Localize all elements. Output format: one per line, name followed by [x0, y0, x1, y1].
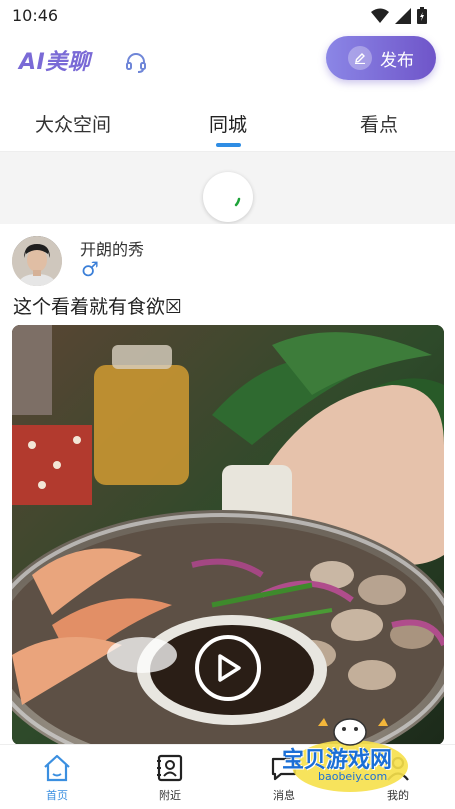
watermark-url: baobeiy.com — [318, 770, 388, 783]
tab-same-city[interactable]: 同城 — [209, 110, 247, 137]
app-logo: AI美聊 — [19, 50, 91, 75]
nav-home[interactable]: 首页 — [27, 753, 87, 805]
nav-nearby-label: 附近 — [159, 789, 181, 802]
edit-icon — [348, 46, 372, 70]
play-icon — [218, 654, 241, 682]
contacts-icon — [157, 754, 183, 782]
publish-button[interactable]: 发布 — [326, 36, 436, 80]
wifi-icon — [371, 8, 389, 23]
male-icon: ♂ — [81, 257, 99, 281]
play-button[interactable] — [195, 635, 261, 701]
headset-icon[interactable] — [124, 50, 148, 74]
home-icon — [44, 754, 70, 782]
tab-public-space[interactable]: 大众空间 — [35, 110, 111, 137]
tab-indicator — [216, 143, 241, 147]
tab-highlights[interactable]: 看点 — [360, 110, 398, 137]
publish-label: 发布 — [380, 50, 414, 71]
post-text: 这个看着就有食欲☒ — [13, 296, 183, 318]
refresh-area — [0, 152, 455, 224]
status-icons — [371, 7, 427, 24]
battery-icon — [417, 7, 427, 24]
post-card[interactable]: 开朗的秀 ♂ 这个看着就有食欲☒ — [0, 224, 455, 745]
loading-spinner — [203, 172, 253, 222]
nav-nearby[interactable]: 附近 — [140, 753, 200, 805]
post-video[interactable] — [12, 325, 444, 745]
status-time: 10:46 — [12, 6, 59, 25]
avatar[interactable] — [12, 236, 62, 286]
tab-bar: 大众空间 同城 看点 — [0, 100, 455, 152]
app-header: AI美聊 发布 — [0, 30, 455, 92]
status-bar: 10:46 — [0, 0, 455, 30]
watermark: 宝贝游戏网 baobeiy.com — [278, 714, 428, 794]
nav-home-label: 首页 — [46, 789, 68, 802]
signal-icon — [395, 7, 411, 24]
